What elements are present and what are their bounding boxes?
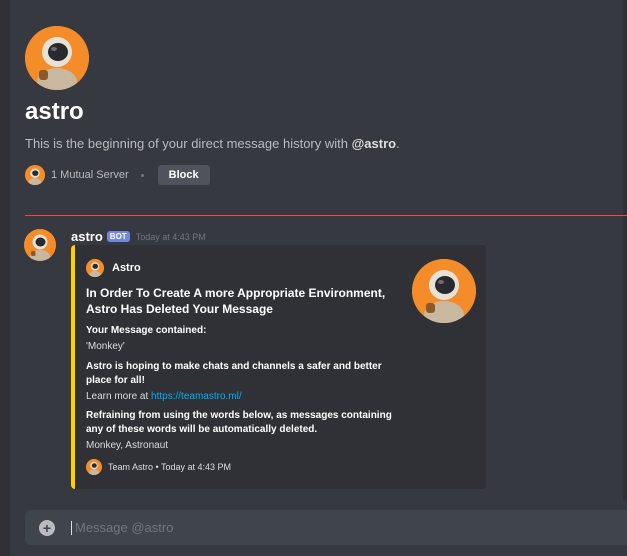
avatar[interactable] <box>25 26 89 90</box>
message-embed: Astro In Order To Create A more Appropri… <box>71 245 486 489</box>
embed-field-name: Astro is hoping to make chats and channe… <box>86 361 382 386</box>
mutual-servers-link[interactable]: 1 Mutual Server <box>51 169 129 181</box>
embed-thumbnail[interactable] <box>412 259 476 323</box>
message-input[interactable] <box>73 519 577 536</box>
embed-field-name: Refraining from using the words below, a… <box>86 410 392 435</box>
astronaut-icon <box>24 229 56 261</box>
bot-badge: BOT <box>106 231 130 242</box>
embed-footer: Team Astro • Today at 4:43 PM <box>86 459 231 475</box>
embed-author-name: Astro <box>112 262 141 274</box>
embed-footer-text: Team Astro • Today at 4:43 PM <box>108 462 232 472</box>
add-attachment-button[interactable]: + <box>39 519 55 536</box>
plus-icon: + <box>42 519 52 536</box>
dm-intro-mention[interactable]: @astro <box>352 136 396 151</box>
server-sidebar-edge <box>0 0 10 556</box>
embed-link[interactable]: https://teamastro.ml/ <box>151 391 242 402</box>
embed-footer-icon <box>86 459 102 475</box>
embed-field-value: 'Monkey' <box>86 341 125 352</box>
dm-intro-text: This is the beginning of your direct mes… <box>25 136 400 151</box>
message-composer: + <box>25 510 627 545</box>
astronaut-icon <box>412 259 476 323</box>
scrollbar-track[interactable] <box>623 0 627 500</box>
astronaut-icon <box>25 26 89 90</box>
message-timestamp: Today at 4:43 PM <box>135 231 206 242</box>
embed-title: In Order To Create A more Appropriate En… <box>86 286 386 316</box>
text-caret <box>71 520 72 535</box>
message-avatar[interactable] <box>24 229 56 261</box>
block-button[interactable]: Block <box>157 165 210 185</box>
embed-author: Astro <box>86 259 141 277</box>
page-title: astro <box>25 98 84 125</box>
embed-field-name: Your Message contained: <box>86 325 207 336</box>
embed-author-icon <box>86 259 104 277</box>
message-header: astro BOT Today at 4:43 PM <box>71 229 206 244</box>
mutual-servers-row: 1 Mutual Server Block <box>25 164 210 186</box>
embed-field-value: Learn more at https://teamastro.ml/ <box>86 391 242 402</box>
message-author[interactable]: astro <box>71 229 103 244</box>
mutual-server-icon[interactable] <box>25 165 45 185</box>
embed-field-value: Monkey, Astronaut <box>86 440 169 451</box>
separator-dot <box>140 173 144 177</box>
new-messages-divider <box>25 215 627 216</box>
